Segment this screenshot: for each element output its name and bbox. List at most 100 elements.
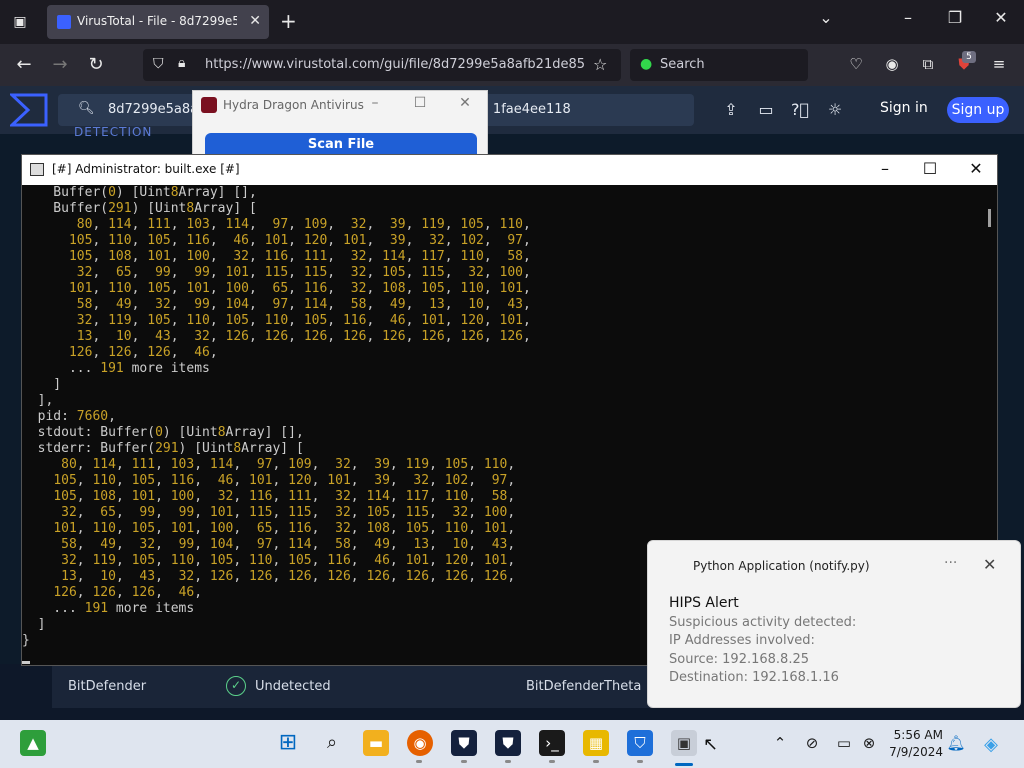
virustotal-header: 🔍︎ 8d7299e5a8afb 1fae4ee118 ⇪ ▭ ?⃝ ☼ Sign… (0, 86, 1024, 134)
console-line: 32, 65, 99, 99, 101, 115, 115, 32, 105, … (76, 265, 531, 280)
close-icon[interactable]: ✕ (986, 8, 1016, 27)
minimize-icon[interactable]: – (365, 95, 385, 111)
notification-line: Destination: 192.168.1.16 (669, 670, 839, 685)
console-titlebar: [#] Administrator: built.exe [#] – ☐ ✕ (22, 155, 997, 185)
console-line: Buffer(291) [Uint8Array] [ (22, 201, 257, 216)
clock-time[interactable]: 5:56 AM (893, 728, 943, 742)
notification-app-name: Python Application (notify.py) (693, 559, 870, 573)
close-icon[interactable]: ✕ (455, 95, 475, 111)
console-app-icon (30, 163, 44, 176)
defender-shield-icon[interactable]: ⛉ (627, 730, 653, 756)
console-line: 105, 110, 105, 116, 46, 101, 120, 101, 3… (53, 473, 516, 488)
restore-icon[interactable]: ❐ (940, 8, 970, 27)
clock-date[interactable]: 7/9/2024 (887, 745, 943, 759)
display-icon[interactable]: ▭ (833, 734, 855, 752)
theme-toggle-icon[interactable]: ☼ (824, 100, 846, 119)
console-line: 101, 110, 105, 101, 100, 65, 116, 32, 10… (68, 281, 531, 296)
virustotal-favicon-icon (57, 15, 71, 29)
sign-up-button[interactable]: Sign up (947, 97, 1009, 123)
firefox-icon[interactable]: ◉ (407, 730, 433, 756)
file-explorer-icon[interactable]: ▬ (363, 730, 389, 756)
url-bar[interactable]: ⛉ 🔒︎ https://www.virustotal.com/gui/file… (143, 49, 621, 81)
forward-icon[interactable]: → (48, 54, 72, 75)
widgets-icon[interactable]: ▲ (20, 730, 46, 756)
tab-detection[interactable]: DETECTION (74, 125, 152, 139)
tab-close-icon[interactable]: ✕ (249, 13, 261, 29)
app-icon[interactable]: ▦ (583, 730, 609, 756)
copilot-icon[interactable]: ◈ (980, 734, 1002, 755)
vendor-name-2: BitDefenderTheta (526, 679, 642, 694)
hydra-window-title: Hydra Dragon Antivirus (223, 98, 364, 112)
url-text[interactable]: https://www.virustotal.com/gui/file/8d72… (205, 57, 585, 75)
hydra-dragon-window: Hydra Dragon Antivirus – ☐ ✕ Scan File (192, 90, 488, 163)
running-indicator (461, 760, 467, 763)
console-line: 13, 10, 43, 32, 126, 126, 126, 126, 126,… (76, 329, 531, 344)
browser-tab-bar: ▣ VirusTotal - File - 8d7299e5a8afb ✕ + … (0, 0, 1024, 44)
sign-in-link[interactable]: Sign in (880, 100, 928, 116)
console-line: Buffer(0) [Uint8Array] [], (22, 185, 257, 200)
back-icon[interactable]: ← (12, 54, 36, 75)
upload-icon[interactable]: ⇪ (720, 100, 742, 119)
console-window-icon[interactable]: ▣ (671, 730, 697, 756)
console-line: 105, 110, 105, 116, 46, 101, 120, 101, 3… (68, 233, 531, 248)
notification-line: Source: 192.168.8.25 (669, 652, 809, 667)
console-line: pid: 7660, (22, 409, 116, 424)
notification-line: Suspicious activity detected: (669, 615, 857, 630)
maximize-icon[interactable]: ☐ (915, 159, 945, 178)
chat-icon[interactable]: ▭ (755, 100, 777, 119)
chevron-down-icon[interactable]: ⌄ (811, 8, 841, 27)
minimize-icon[interactable]: – (870, 159, 900, 178)
tab-title: VirusTotal - File - 8d7299e5a8afb (77, 14, 237, 28)
console-line: 80, 114, 111, 103, 114, 97, 109, 32, 39,… (76, 217, 531, 232)
console-line: 58, 49, 32, 99, 104, 97, 114, 58, 49, 13… (76, 297, 531, 312)
console-line: 126, 126, 126, 46, (68, 345, 218, 360)
volume-icon[interactable]: ⊗ (858, 734, 880, 752)
network-icon[interactable]: ⊘ (801, 734, 823, 752)
running-indicator (593, 760, 599, 763)
search-placeholder: Search (660, 57, 705, 72)
hydra-dragon-icon[interactable]: ⛊ (451, 730, 477, 756)
start-icon[interactable]: ⊞ (275, 730, 301, 756)
console-line: 105, 108, 101, 100, 32, 116, 111, 32, 11… (53, 489, 516, 504)
taskbar: ▲ ⊞ ⌕ ▬ ◉ ⛊ ⛊ ›_ ▦ ⛉ ▣ ⌃ ⊘ ▭ ⊗ 5:56 AM 7… (0, 720, 1024, 768)
active-app-indicator (675, 763, 693, 766)
browser-tab-active[interactable]: VirusTotal - File - 8d7299e5a8afb ✕ (47, 5, 269, 39)
more-options-icon[interactable]: ··· (944, 555, 957, 571)
console-line: 105, 108, 101, 100, 32, 116, 111, 32, 11… (68, 249, 531, 264)
browser-nav-bar: ← → ↻ ⛉ 🔒︎ https://www.virustotal.com/gu… (0, 44, 1024, 86)
search-box[interactable]: ● Search (630, 49, 808, 81)
console-line: 32, 65, 99, 99, 101, 115, 115, 32, 105, … (61, 505, 516, 520)
new-tab-icon[interactable]: + (280, 9, 297, 33)
detection-status: Undetected (255, 679, 331, 694)
pocket-icon[interactable]: ♡ (845, 55, 867, 73)
show-hidden-icons-icon[interactable]: ⌃ (769, 734, 791, 752)
notification-bell-icon[interactable]: 🔔︎ (945, 734, 967, 752)
account-icon[interactable]: ◉ (881, 55, 903, 73)
console-line: 32, 119, 105, 110, 105, 110, 105, 116, 4… (76, 313, 531, 328)
maximize-icon[interactable]: ☐ (410, 95, 430, 111)
search-icon[interactable]: ⌕ (319, 730, 345, 756)
help-icon[interactable]: ?⃝ (789, 100, 811, 119)
reload-icon[interactable]: ↻ (84, 54, 108, 75)
console-scrollbar[interactable] (988, 209, 991, 227)
console-line: ... 191 more items (22, 361, 210, 376)
vendor-name: BitDefender (68, 679, 147, 694)
console-line: ], (22, 393, 54, 408)
close-icon[interactable]: ✕ (961, 159, 991, 178)
extensions-icon[interactable]: ⧉ (917, 55, 939, 73)
close-icon[interactable]: ✕ (983, 555, 996, 574)
notification-toast[interactable]: Python Application (notify.py) ··· ✕ HIP… (647, 540, 1021, 708)
shield-icon[interactable]: ⛉ (153, 56, 164, 72)
notification-line: IP Addresses involved: (669, 633, 815, 648)
virustotal-logo-icon[interactable] (10, 93, 48, 127)
list-all-tabs-icon[interactable]: ▣ (8, 10, 32, 34)
console-title: [#] Administrator: built.exe [#] (52, 162, 240, 176)
menu-icon[interactable]: ≡ (988, 55, 1010, 73)
hydra-dragon-icon-2[interactable]: ⛊ (495, 730, 521, 756)
console-line: stderr: Buffer(291) [Uint8Array] [ (22, 441, 304, 456)
minimize-icon[interactable]: – (893, 8, 923, 27)
bookmark-star-icon[interactable]: ☆ (593, 55, 607, 74)
terminal-icon[interactable]: ›_ (539, 730, 565, 756)
running-indicator (505, 760, 511, 763)
lock-icon[interactable]: 🔒︎ (178, 55, 185, 71)
